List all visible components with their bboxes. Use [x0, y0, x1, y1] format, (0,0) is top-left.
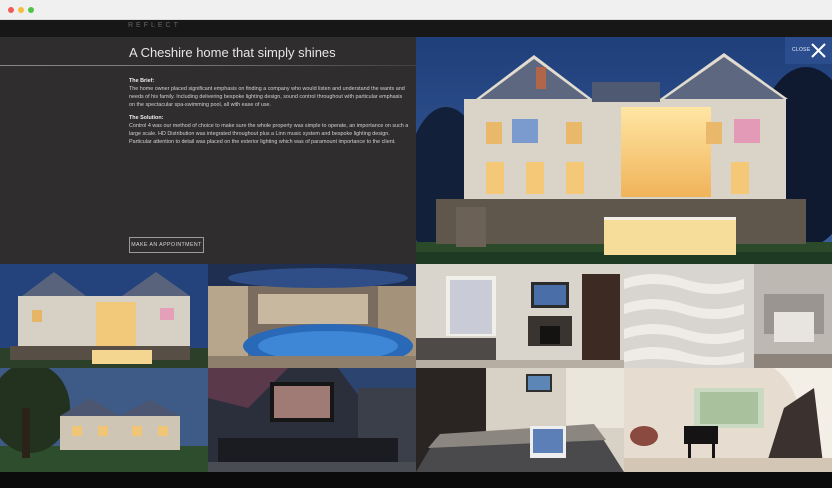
solution-section: The Solution: Control 4 was our method o… — [129, 114, 409, 146]
project-details-panel: A Cheshire home that simply shines The B… — [0, 37, 416, 264]
gallery-tile-staircase-piano[interactable] — [624, 368, 832, 472]
solution-text: Control 4 was our method of choice to ma… — [129, 123, 409, 145]
gallery-tile-living-room-fireplace[interactable] — [416, 264, 624, 368]
solution-heading: The Solution: — [129, 115, 164, 121]
indoor-swimming-pool-image — [208, 264, 416, 368]
house-with-trees-image — [0, 368, 208, 472]
gallery-tile-cinema-room[interactable] — [208, 368, 416, 472]
gallery-tile-house-exterior-dusk[interactable] — [0, 264, 208, 368]
project-title: A Cheshire home that simply shines — [129, 45, 336, 60]
brief-text: The home owner placed significant emphas… — [129, 86, 405, 108]
gallery-tile-indoor-swimming-pool[interactable] — [208, 264, 416, 368]
gallery-tile-house-with-trees[interactable] — [0, 368, 208, 472]
make-appointment-button[interactable]: MAKE AN APPOINTMENT — [129, 237, 204, 253]
staircase-piano-image — [624, 368, 832, 472]
brief-section: The Brief: The home owner placed signifi… — [129, 77, 409, 109]
close-label: CLOSE — [792, 47, 811, 53]
close-button[interactable]: CLOSE — [785, 37, 832, 64]
window-maximize-dot[interactable] — [28, 7, 34, 13]
brief-heading: The Brief: — [129, 78, 155, 84]
hero-image[interactable] — [416, 37, 832, 264]
gallery-tile-sculpted-wall-hallway[interactable] — [624, 264, 832, 368]
close-icon — [811, 43, 826, 58]
bottom-bar — [0, 472, 832, 488]
site-logo[interactable]: REFLECT — [128, 22, 181, 29]
browser-chrome — [0, 0, 832, 20]
house-exterior-dusk-image — [0, 264, 208, 368]
cinema-room-image — [208, 368, 416, 472]
sculpted-wall-hallway-image — [624, 264, 832, 368]
living-room-fireplace-image — [416, 264, 624, 368]
kitchen-island-image — [416, 368, 624, 472]
title-divider — [0, 65, 416, 66]
window-minimize-dot[interactable] — [18, 7, 24, 13]
hero-house-illustration — [416, 37, 832, 264]
site-header-strip — [0, 20, 832, 37]
window-close-dot[interactable] — [8, 7, 14, 13]
gallery-tile-kitchen-island[interactable] — [416, 368, 624, 472]
